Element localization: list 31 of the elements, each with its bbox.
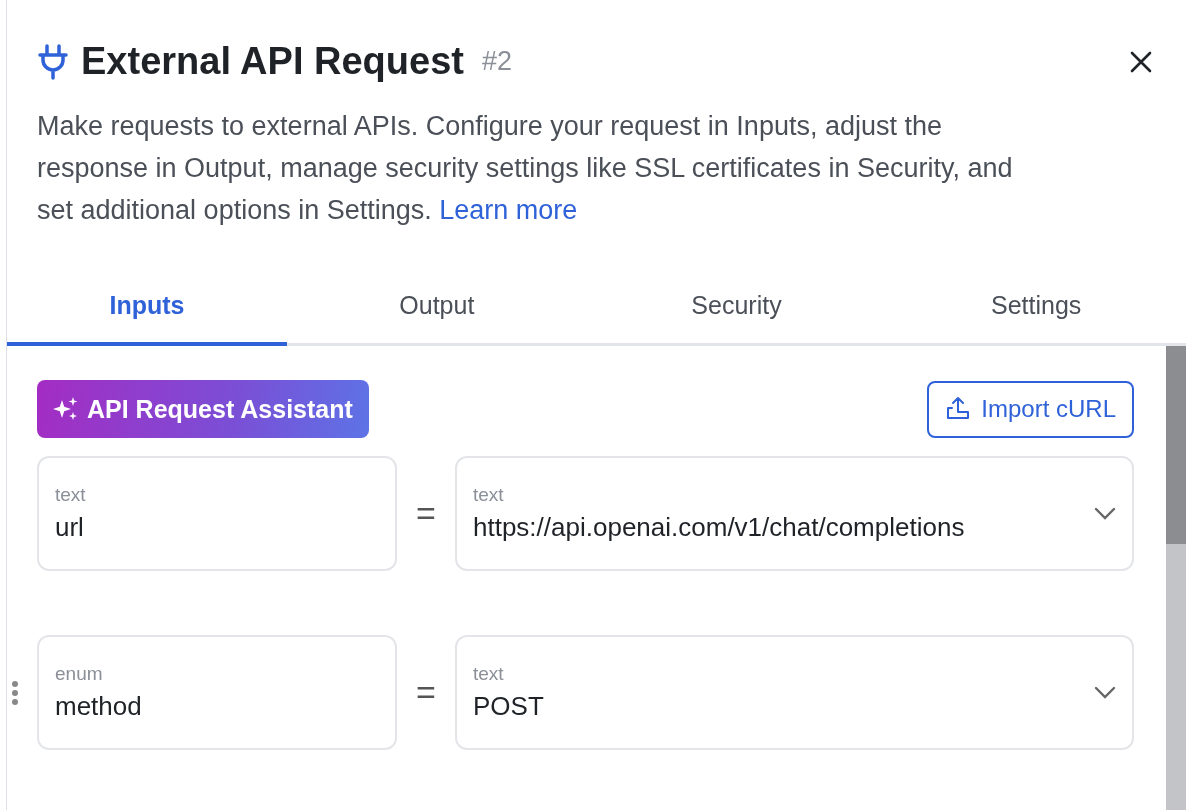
field-value: POST [473, 691, 545, 722]
value-field[interactable]: text POST [455, 635, 1134, 750]
tab[interactable]: Inputs [7, 281, 287, 346]
field-type-label: enum [55, 663, 104, 685]
key-field[interactable]: text url [37, 456, 397, 571]
learn-more-link[interactable]: Learn more [439, 195, 578, 225]
key-value: method [55, 691, 143, 722]
sparkle-icon [53, 396, 79, 422]
description-text: Make requests to external APIs. Configure your request in Inputs, adjust the response in Output, manage security settings like SSL certificates in Security, and set additional options in Settings. Learn more [37, 110, 1014, 227]
field-value: https://api.openai.com/v1/chat/completions [473, 512, 966, 543]
chevron-down-icon[interactable] [1094, 685, 1116, 700]
field-type-label: text [473, 484, 505, 506]
key-value: url [55, 512, 85, 543]
upload-icon [945, 396, 972, 422]
tab[interactable]: Security [586, 281, 887, 346]
node-number: #2 [481, 46, 513, 77]
field-type-label: text [55, 484, 87, 506]
chevron-down-icon[interactable] [1094, 506, 1116, 521]
value-field[interactable]: text https://api.openai.com/v1/chat/completions [455, 456, 1134, 571]
equals-sign: = [415, 673, 437, 712]
equals-sign: = [415, 494, 437, 533]
field-type-label: text [473, 663, 505, 685]
key-field[interactable]: enum method [37, 635, 397, 750]
panel-title: External API Request [81, 40, 464, 83]
assistant-button[interactable]: API Request Assistant [37, 380, 369, 438]
drag-handle-icon[interactable] [11, 679, 19, 706]
scrollbar[interactable] [1166, 346, 1186, 810]
plug-icon [37, 42, 69, 81]
import-button[interactable]: Import cURL [927, 380, 1134, 438]
tab[interactable]: Output [287, 281, 587, 346]
tab[interactable]: Settings [886, 281, 1186, 346]
